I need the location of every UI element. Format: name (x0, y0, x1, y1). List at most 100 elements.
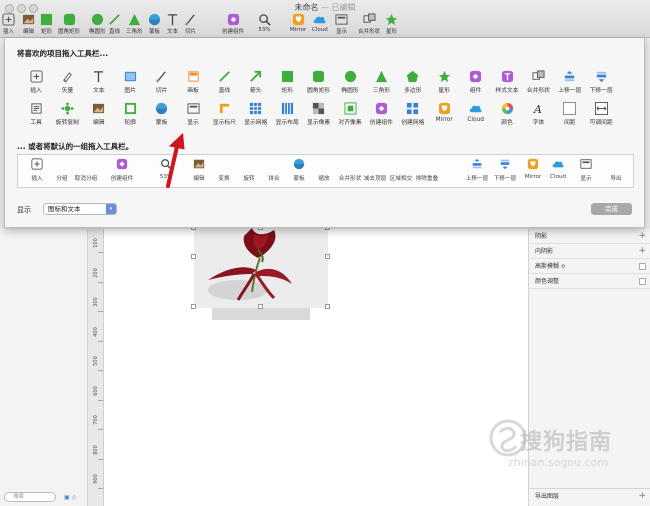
toolbar-option-ruler-icon[interactable]: 显示标尺 (208, 102, 240, 128)
toolbar-item-13[interactable]: Cloud (312, 13, 328, 37)
move-up-icon (472, 158, 482, 169)
toolbar-item-7[interactable]: 蒙板 (148, 13, 161, 37)
toolbar-option-font-icon[interactable]: A 字体 (522, 102, 554, 128)
sheet-title: 将喜欢的项目拖入工具栏... (17, 49, 109, 58)
export-layer-row[interactable]: 导出图层 + (529, 488, 650, 503)
toolbar-option-pixel-icon[interactable]: 显示像素 (303, 102, 335, 128)
enable-checkbox[interactable] (639, 263, 646, 270)
enable-checkbox[interactable] (639, 278, 646, 285)
toolbar-item-12[interactable]: Mirror (290, 13, 306, 37)
show-mode-select[interactable]: 图标和文本 ▾ (43, 203, 117, 215)
resize-handle[interactable] (325, 304, 330, 309)
toolbar-item-16[interactable]: 星形 (385, 13, 398, 37)
resize-handle[interactable] (325, 254, 330, 259)
toolbar-option-image-icon[interactable]: 图片 (114, 70, 146, 96)
toolbar-option-mirror-icon[interactable]: Mirror (428, 102, 460, 128)
toolbar-option-combine-icon[interactable]: 合并形状 (522, 70, 554, 96)
resize-handle[interactable] (191, 254, 196, 259)
layer-search-input[interactable]: 搜索 (4, 492, 56, 502)
toolbar-option-rotate-copies-icon[interactable]: 旋转复制 (51, 102, 83, 128)
toolbar-option-view-icon[interactable]: 显示 (177, 102, 209, 128)
toolbar-option-move-up-icon[interactable]: 上移一层 (554, 70, 586, 96)
toolbar-option-label: 箭头 (249, 88, 262, 94)
inspector-row[interactable]: 内阴影 + (529, 244, 650, 259)
mirror-icon (292, 13, 304, 26)
filter-icon[interactable]: ▣ ◇ (64, 494, 76, 501)
toolbar-option-rounded-rectangle-icon[interactable]: 圆角矩形 (303, 70, 335, 96)
toolbar-option-rectangle-icon[interactable]: 矩形 (271, 70, 303, 96)
toolbar-item-3[interactable]: 圆角矩形 (58, 13, 80, 37)
toolbar-item-1[interactable]: 编辑 (22, 13, 35, 37)
toolbar-item-0[interactable]: 插入 (2, 13, 15, 37)
edit-image-icon (93, 103, 105, 114)
toolbar-option-align-pixel-icon[interactable]: 对齐像素 (334, 102, 366, 128)
toolbar-option-color-wheel-icon[interactable]: 颜色 (491, 102, 523, 128)
grid-icon (250, 102, 262, 115)
plus-icon[interactable]: + (638, 489, 646, 504)
inspector-row[interactable]: 颜色调整 (529, 274, 650, 289)
default-item-14: 排除重叠 (407, 158, 447, 186)
toolbar-option-star-icon[interactable]: 星形 (428, 70, 460, 96)
toolbar-option-symbol-icon[interactable]: 组件 (460, 70, 492, 96)
default-item-label: Cloud (550, 174, 566, 180)
resize-handle[interactable] (191, 304, 196, 309)
vertical-ruler: 100 200 300 400 500 600 700 800 900 (88, 229, 104, 506)
toolbar-item-8[interactable]: 文本 (166, 13, 179, 37)
toolbar-option-triangle-icon[interactable]: 三角形 (365, 70, 397, 96)
toolbar-option-label: 可调间距 (589, 120, 613, 126)
toolbar-option-artboard-icon[interactable]: 画板 (177, 70, 209, 96)
plus-icon[interactable]: + (638, 229, 646, 244)
combine-icon (362, 13, 376, 23)
toolbar-option-grid-icon[interactable]: 显示网格 (240, 102, 272, 128)
plus-icon[interactable]: + (638, 244, 646, 259)
text-icon (167, 14, 178, 26)
cloud-icon (314, 16, 326, 24)
toolbar-item-5[interactable]: 直线 (108, 13, 121, 37)
toolbar-item-4[interactable]: 椭圆形 (89, 13, 106, 37)
done-button[interactable]: 完成 (591, 203, 632, 215)
toolbar-option-slice-icon[interactable]: 切片 (146, 70, 178, 96)
toolbar-item-15[interactable]: 合并形状 (358, 13, 380, 37)
toolbar-option-line-icon[interactable]: 直线 (208, 70, 240, 96)
text-icon (94, 71, 104, 83)
toolbar-option-space-icon[interactable]: 间距 (554, 102, 586, 128)
toolbar-item-9[interactable]: 切片 (184, 13, 197, 37)
toolbar-option-symbol-icon[interactable]: 创建组件 (365, 102, 397, 128)
symbol-icon (375, 102, 387, 115)
toolbar-option-vector-pen-icon[interactable]: 矢量 (51, 70, 83, 96)
toolbar-option-text-icon[interactable]: 文本 (83, 70, 115, 96)
toolbar-item-6[interactable]: 三角形 (126, 13, 143, 37)
default-toolbar-set[interactable]: 插入 分组 取消分组 创建组件 53% 编辑 变换 旋转 拼合 蒙板 缩放 合并形状 减去顶层 区域相交排… (17, 154, 634, 188)
resize-handle[interactable] (258, 304, 263, 309)
plus-icon (29, 70, 43, 83)
toolbar-item-label: 53% (258, 27, 271, 33)
toolbar-item-label: 圆角矩形 (58, 29, 81, 35)
toolbar-option-mask-icon[interactable]: 蒙板 (146, 102, 178, 128)
toolbar-option-outline-icon[interactable]: 轮廓 (114, 102, 146, 128)
toolbar-item-label: 矩形 (40, 29, 52, 35)
toolbar-option-label: 工具 (30, 120, 42, 126)
polygon-icon (407, 70, 419, 83)
toolbar-option-flexible-space-icon[interactable]: 可调间距 (585, 102, 617, 128)
toolbar-item-11[interactable]: 53% (258, 13, 271, 37)
inspector-row[interactable]: 高斯模糊 ≎ (529, 259, 650, 274)
toolbar-item-2[interactable]: 矩形 (40, 13, 53, 37)
toolbar-option-tools-icon[interactable]: 工具 (20, 102, 52, 128)
toolbar-option-arrow-icon[interactable]: 箭头 (240, 70, 272, 96)
toolbar-option-edit-image-icon[interactable]: 编辑 (83, 102, 115, 128)
line-icon (219, 71, 230, 82)
toolbar-option-text-style-icon[interactable]: 样式文本 (491, 70, 523, 96)
edited-status: — 已编辑 (321, 3, 356, 12)
toolbar-option-move-down-icon[interactable]: 下移一层 (585, 70, 617, 96)
toolbar-option-plus-icon[interactable]: 插入 (20, 70, 52, 96)
inspector-row[interactable]: 阴影 + (529, 229, 650, 244)
toolbar-item-14[interactable]: 显示 (335, 13, 348, 37)
toolbar-option-make-grid-icon[interactable]: 创建网格 (397, 102, 429, 128)
rose-image[interactable] (194, 228, 328, 308)
toolbar-option-polygon-icon[interactable]: 多边形 (397, 70, 429, 96)
vector-pen-icon (63, 72, 72, 83)
toolbar-option-layout-icon[interactable]: 显示布局 (271, 102, 303, 128)
toolbar-option-oval-icon[interactable]: 椭圆形 (334, 70, 366, 96)
toolbar-item-10[interactable]: 创建组件 (222, 13, 244, 37)
toolbar-option-cloud-icon[interactable]: Cloud (460, 102, 492, 128)
